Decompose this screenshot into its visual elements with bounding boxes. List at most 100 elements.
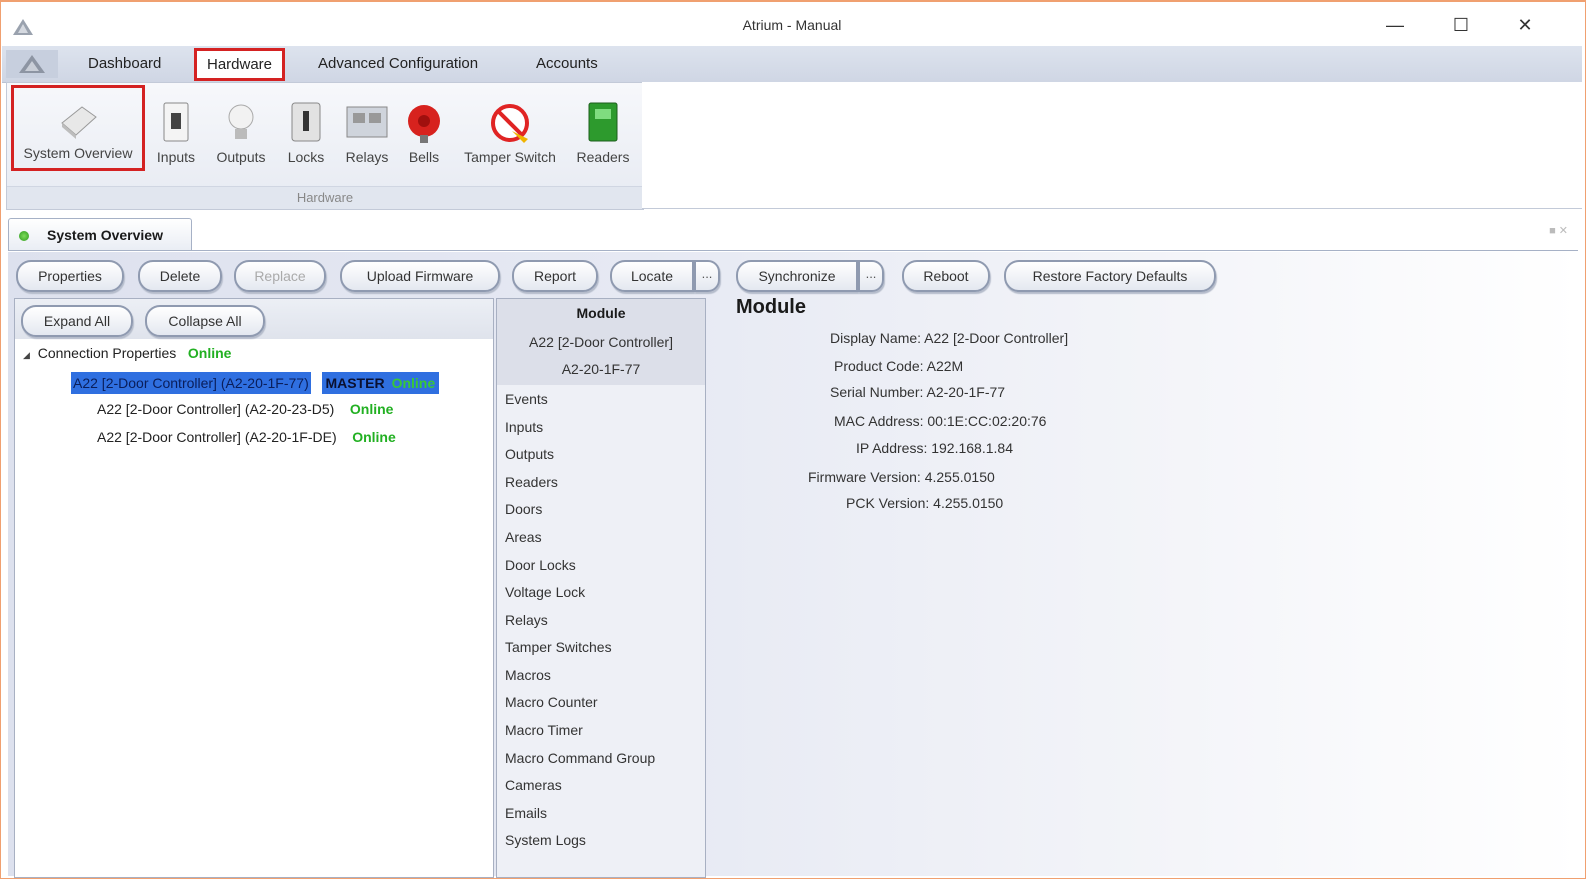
lock-icon: [284, 101, 328, 145]
tree-toolbar: Expand All Collapse All: [15, 299, 493, 339]
menu-tab-strip: Dashboard Hardware Advanced Configuratio…: [2, 46, 1582, 83]
close-icon[interactable]: ✕: [1502, 10, 1548, 40]
app-menu-button[interactable]: [6, 50, 58, 78]
title-bar: Atrium - Manual — ☐ ✕: [2, 4, 1582, 44]
tree-node-controller-master[interactable]: A22 [2-Door Controller] (A2-20-1F-77) MA…: [71, 371, 497, 395]
serial-number-value: Serial Number: A2-20-1F-77: [830, 384, 1006, 400]
status-badge: Online: [349, 401, 394, 417]
module-item-voltage-lock[interactable]: Voltage Lock: [505, 584, 585, 600]
pane-controls-icon[interactable]: ■ ✕: [1549, 224, 1568, 237]
synchronize-button[interactable]: Synchronize: [736, 260, 858, 292]
ribbon-group-label: Hardware: [7, 186, 643, 209]
status-dot-icon: [19, 231, 29, 241]
outputs-button[interactable]: Outputs: [209, 91, 273, 171]
tamper-switch-label: Tamper Switch: [464, 149, 556, 165]
module-item-readers[interactable]: Readers: [505, 474, 558, 490]
product-code-value: Product Code: A22M: [834, 358, 964, 374]
minimize-icon[interactable]: —: [1372, 10, 1418, 40]
module-navigation-list: Module A22 [2-Door Controller] A2-20-1F-…: [496, 298, 706, 878]
tab-dashboard[interactable]: Dashboard: [78, 50, 171, 78]
module-header-title: Module: [576, 305, 626, 321]
tab-accounts[interactable]: Accounts: [526, 50, 608, 78]
tab-advanced-configuration[interactable]: Advanced Configuration: [308, 50, 488, 78]
system-overview-icon: [56, 97, 100, 141]
readers-label: Readers: [576, 149, 630, 165]
tree-root-label: Connection Properties: [37, 345, 177, 361]
device-tree-panel: Expand All Collapse All ◢ Connection Pro…: [14, 298, 494, 878]
module-item-cameras[interactable]: Cameras: [505, 777, 562, 793]
input-switch-icon: [154, 101, 198, 145]
status-badge: Online: [387, 372, 440, 394]
restore-factory-defaults-button[interactable]: Restore Factory Defaults: [1004, 260, 1216, 292]
module-list-header: Module A22 [2-Door Controller] A2-20-1F-…: [497, 299, 705, 385]
module-item-tamper-switches[interactable]: Tamper Switches: [505, 639, 612, 655]
locate-more-button[interactable]: ...: [694, 260, 720, 292]
delete-button[interactable]: Delete: [138, 260, 222, 292]
module-header-name: A22 [2-Door Controller]: [529, 334, 673, 350]
mac-address-value: MAC Address: 00:1E:CC:02:20:76: [834, 413, 1047, 429]
status-badge: Online: [352, 429, 396, 445]
tab-hardware[interactable]: Hardware: [193, 48, 286, 81]
maximize-icon[interactable]: ☐: [1438, 10, 1484, 40]
module-item-macro-command-group[interactable]: Macro Command Group: [505, 750, 655, 766]
status-badge: Online: [187, 345, 232, 361]
module-item-relays[interactable]: Relays: [505, 612, 548, 628]
system-overview-panel: Properties Delete Replace Upload Firmwar…: [8, 252, 1580, 878]
upload-firmware-button[interactable]: Upload Firmware: [340, 260, 500, 292]
relay-board-icon: [345, 101, 389, 145]
card-reader-icon: [581, 101, 625, 145]
inputs-button[interactable]: Inputs: [149, 91, 203, 171]
synchronize-more-button[interactable]: ...: [858, 260, 884, 292]
tree-node-label: A22 [2-Door Controller] (A2-20-1F-77): [71, 372, 311, 394]
tab-system-overview[interactable]: System Overview: [8, 218, 192, 251]
document-area: System Overview ■ ✕ Properties Delete Re…: [2, 210, 1582, 878]
bells-button[interactable]: Bells: [401, 91, 447, 171]
relays-label: Relays: [345, 149, 389, 165]
properties-button[interactable]: Properties: [16, 260, 124, 292]
module-item-macro-timer[interactable]: Macro Timer: [505, 722, 583, 738]
module-item-macros[interactable]: Macros: [505, 667, 551, 683]
locks-label: Locks: [287, 149, 325, 165]
tamper-switch-button[interactable]: Tamper Switch: [455, 91, 565, 171]
firmware-version-value: Firmware Version: 4.255.0150: [808, 469, 995, 485]
collapse-triangle-icon[interactable]: ◢: [23, 350, 30, 360]
collapse-all-button[interactable]: Collapse All: [145, 305, 265, 337]
ribbon-empty-area: [642, 82, 1582, 209]
module-item-inputs[interactable]: Inputs: [505, 419, 543, 435]
tree-node-label: A22 [2-Door Controller] (A2-20-23-D5): [97, 401, 335, 417]
light-bulb-icon: [219, 101, 263, 145]
tree-node-controller[interactable]: A22 [2-Door Controller] (A2-20-1F-DE) On…: [97, 429, 396, 445]
locate-button[interactable]: Locate: [610, 260, 694, 292]
tree-node-controller[interactable]: A22 [2-Door Controller] (A2-20-23-D5) On…: [97, 401, 393, 417]
replace-button[interactable]: Replace: [234, 260, 326, 292]
module-item-macro-counter[interactable]: Macro Counter: [505, 694, 598, 710]
window-title: Atrium - Manual: [742, 17, 842, 33]
module-item-areas[interactable]: Areas: [505, 529, 542, 545]
ribbon-hardware-group: System Overview Inputs Outputs Locks Rel…: [6, 82, 644, 210]
pck-version-value: PCK Version: 4.255.0150: [846, 495, 1004, 511]
system-overview-button[interactable]: System Overview: [11, 85, 145, 171]
tamper-switch-icon: [488, 101, 532, 145]
readers-button[interactable]: Readers: [573, 91, 633, 171]
system-overview-label: System Overview: [23, 145, 133, 161]
inputs-label: Inputs: [156, 149, 196, 165]
module-item-door-locks[interactable]: Door Locks: [505, 557, 576, 573]
module-item-outputs[interactable]: Outputs: [505, 446, 554, 462]
expand-all-button[interactable]: Expand All: [21, 305, 133, 337]
doc-tab-label: System Overview: [47, 227, 163, 243]
module-item-doors[interactable]: Doors: [505, 501, 542, 517]
locks-button[interactable]: Locks: [281, 91, 331, 171]
display-name-value: Display Name: A22 [2-Door Controller]: [830, 330, 1069, 346]
module-item-system-logs[interactable]: System Logs: [505, 832, 586, 848]
relays-button[interactable]: Relays: [339, 91, 395, 171]
ip-address-value: IP Address: 192.168.1.84: [856, 440, 1013, 456]
module-header-serial: A2-20-1F-77: [561, 361, 641, 377]
module-item-events[interactable]: Events: [505, 391, 548, 407]
reboot-button[interactable]: Reboot: [902, 260, 990, 292]
module-item-emails[interactable]: Emails: [505, 805, 547, 821]
outputs-label: Outputs: [216, 149, 266, 165]
report-button[interactable]: Report: [512, 260, 598, 292]
tab-divider: [8, 250, 1578, 251]
tree-root-connection-properties[interactable]: ◢ Connection Properties Online: [23, 345, 231, 361]
bells-label: Bells: [408, 149, 440, 165]
